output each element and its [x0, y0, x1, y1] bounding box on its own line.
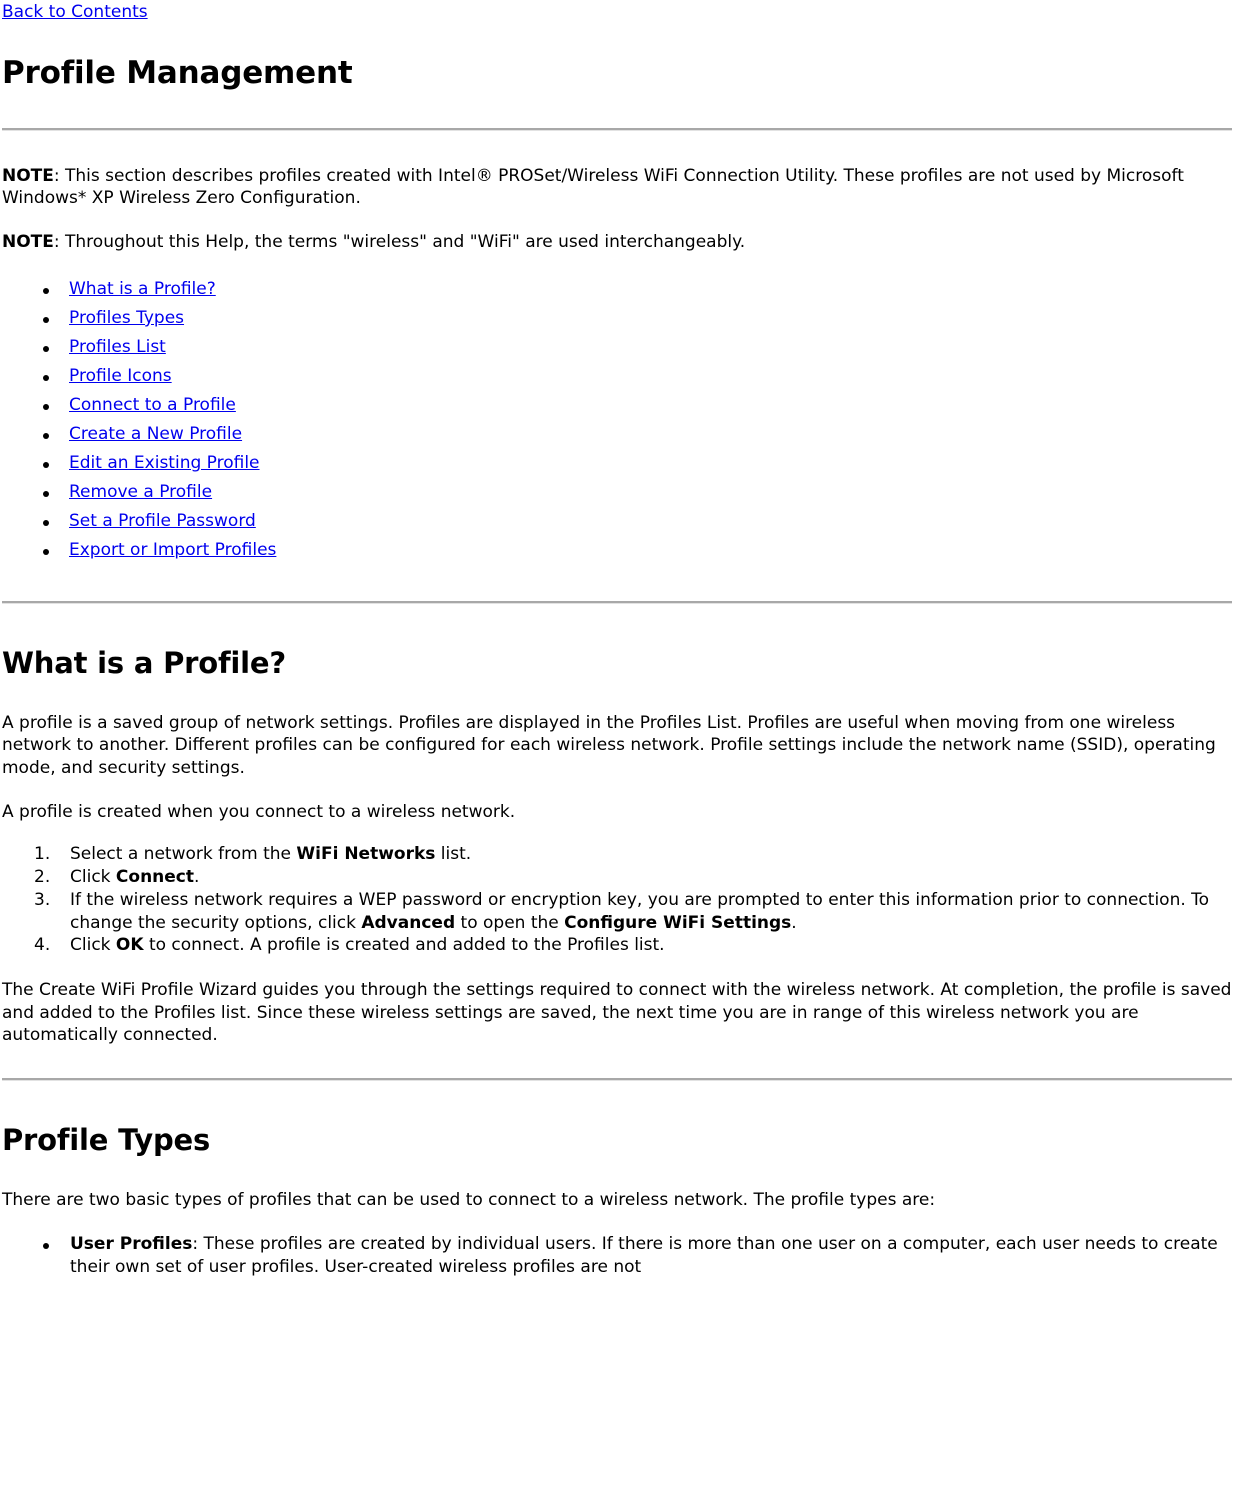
user-profiles-text: : These profiles are created by individu… [70, 1234, 1218, 1278]
toc-link-profiles-list[interactable]: Profiles List [69, 337, 166, 357]
step-1-mid: list. [435, 843, 472, 864]
toc-link-create-a-new-profile[interactable]: Create a New Profile [69, 424, 242, 444]
top-divider [2, 127, 1234, 131]
list-item: Profiles List [2, 333, 1234, 362]
back-to-contents-link[interactable]: Back to Contents [2, 1, 148, 23]
toc-link-set-a-profile-password[interactable]: Set a Profile Password [69, 511, 256, 531]
what-is-a-profile-paragraph-2: A profile is created when you connect to… [2, 801, 516, 822]
section-divider-2 [2, 1077, 1234, 1081]
step-4-mid: to connect. A profile is created and add… [143, 935, 665, 956]
toc-link-remove-a-profile[interactable]: Remove a Profile [69, 482, 212, 502]
profile-types-intro: There are two basic types of profiles th… [2, 1190, 936, 1211]
toc-link-edit-an-existing-profile[interactable]: Edit an Existing Profile [69, 453, 260, 473]
step-3-mid: to open the [455, 912, 565, 933]
note-1: NOTE: This section describes profiles cr… [2, 165, 1234, 209]
section-divider-1 [2, 600, 1234, 604]
table-of-contents-list: What is a Profile? Profiles Types Profil… [2, 275, 1234, 565]
spacer-before-third-rule [2, 1046, 1234, 1078]
page-title: Profile Management [2, 55, 353, 92]
list-item: Profiles Types [2, 304, 1234, 333]
note-2-label: NOTE [2, 231, 54, 252]
step-3-bold-2: Configure WiFi Settings [564, 912, 792, 933]
profile-creation-steps: Select a network from the WiFi Networks … [2, 843, 1234, 958]
list-item: What is a Profile? [2, 275, 1234, 304]
step-1-bold-1: WiFi Networks [296, 843, 436, 864]
list-item: Edit an Existing Profile [2, 449, 1234, 478]
step-4-bold-1: OK [115, 935, 144, 956]
list-item: Click OK to connect. A profile is create… [34, 934, 1234, 957]
list-item: Click Connect. [34, 866, 1234, 889]
note-2-text: : Throughout this Help, the terms "wirel… [53, 231, 746, 252]
toc-link-profile-icons[interactable]: Profile Icons [69, 366, 172, 386]
list-item: Connect to a Profile [2, 391, 1234, 420]
toc-link-export-or-import-profiles[interactable]: Export or Import Profiles [69, 540, 276, 560]
profile-types-list: User Profiles: These profiles are create… [2, 1233, 1234, 1279]
spacer-before-top-rule [2, 90, 1234, 128]
step-3-bold-1: Advanced [361, 912, 456, 933]
list-item: Select a network from the WiFi Networks … [34, 843, 1234, 866]
step-2-bold-1: Connect [115, 866, 195, 887]
heading-what-is-a-profile: What is a Profile? [2, 645, 286, 680]
list-item: Export or Import Profiles [2, 536, 1234, 565]
step-1-pre: Select a network from the [70, 843, 297, 864]
step-2-mid: . [194, 866, 200, 887]
toc-link-connect-to-a-profile[interactable]: Connect to a Profile [69, 395, 236, 415]
note-1-text: : This section describes profiles create… [2, 165, 1184, 208]
note-1-label: NOTE [2, 165, 54, 186]
what-is-a-profile-paragraph-1: A profile is a saved group of network se… [2, 713, 1216, 778]
what-is-a-profile-paragraph-3: The Create WiFi Profile Wizard guides yo… [2, 980, 1232, 1045]
list-item: If the wireless network requires a WEP p… [34, 889, 1234, 935]
toc-link-profiles-types[interactable]: Profiles Types [69, 308, 184, 328]
step-2-pre: Click [70, 866, 116, 887]
note-2: NOTE: Throughout this Help, the terms "w… [2, 231, 1234, 253]
heading-profile-types: Profile Types [2, 1122, 211, 1157]
list-item: Create a New Profile [2, 420, 1234, 449]
spacer-before-second-rule [2, 565, 1234, 601]
list-item: User Profiles: These profiles are create… [43, 1233, 1234, 1279]
step-4-pre: Click [70, 935, 116, 956]
user-profiles-label: User Profiles [70, 1234, 193, 1255]
step-3-post: . [791, 912, 797, 933]
list-item: Remove a Profile [2, 478, 1234, 507]
toc-link-what-is-a-profile[interactable]: What is a Profile? [69, 279, 216, 299]
document-page: Back to Contents Profile Management NOTE… [0, 0, 1240, 1279]
list-item: Set a Profile Password [2, 507, 1234, 536]
list-item: Profile Icons [2, 362, 1234, 391]
